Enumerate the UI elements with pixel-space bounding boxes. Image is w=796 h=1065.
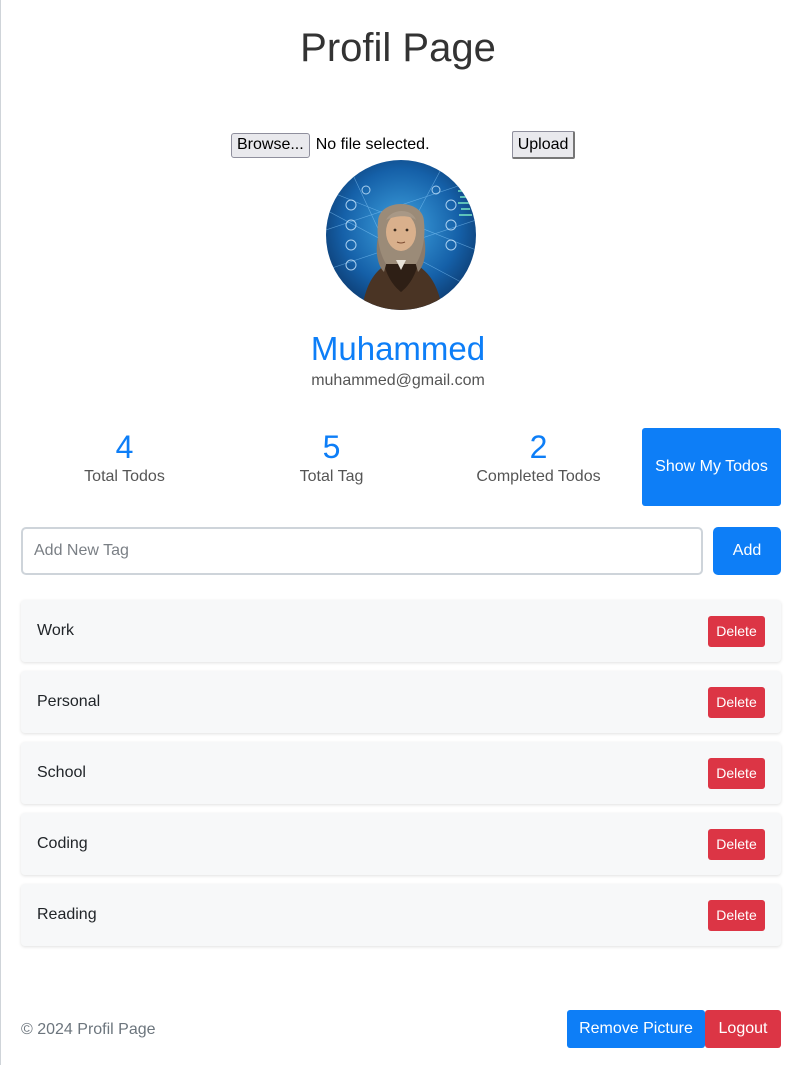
delete-tag-button[interactable]: Delete (708, 686, 765, 718)
stat-value: 2 (529, 429, 548, 465)
footer-copyright: © 2024 Profil Page (21, 1021, 156, 1038)
stat-total-todos: 4 Total Todos (21, 428, 228, 486)
stat-completed-todos: 2 Completed Todos (435, 428, 642, 486)
delete-tag-button[interactable]: Delete (708, 757, 765, 789)
stat-total-tag: 5 Total Tag (228, 428, 435, 486)
file-status-text: No file selected. (315, 136, 430, 153)
tag-item-work: Work Delete (21, 600, 781, 662)
tag-name: Work (37, 622, 75, 639)
tag-item-school: School Delete (21, 742, 781, 804)
tag-item-reading: Reading Delete (21, 884, 781, 946)
tag-item-coding: Coding Delete (21, 813, 781, 875)
show-my-todos-button[interactable]: Show My Todos (642, 428, 781, 506)
avatar (326, 160, 476, 310)
tag-item-personal: Personal Delete (21, 671, 781, 733)
stat-value: 5 (322, 429, 341, 465)
remove-picture-button[interactable]: Remove Picture (567, 1010, 705, 1048)
tag-name: Coding (37, 835, 88, 852)
user-email: muhammed@gmail.com (311, 372, 485, 389)
page-title: Profil Page (300, 26, 496, 70)
browse-button[interactable]: Browse... (231, 132, 310, 158)
add-tag-button[interactable]: Add (713, 527, 781, 575)
left-border (0, 0, 1, 1065)
logout-button[interactable]: Logout (705, 1010, 781, 1048)
stat-label: Total Tag (299, 468, 364, 485)
add-tag-input[interactable] (21, 527, 703, 575)
profile-photo-icon (326, 160, 476, 310)
delete-tag-button[interactable]: Delete (708, 899, 765, 931)
stat-value: 4 (115, 429, 134, 465)
stat-label: Total Todos (84, 468, 165, 485)
file-upload-row: Browse... No file selected. Upload (231, 131, 576, 159)
delete-tag-button[interactable]: Delete (708, 615, 765, 647)
delete-tag-button[interactable]: Delete (708, 828, 765, 860)
tag-name: Personal (37, 693, 101, 710)
upload-button[interactable]: Upload (511, 131, 576, 159)
user-name: Muhammed (310, 330, 486, 367)
tag-list: Work Delete Personal Delete School Delet… (21, 600, 781, 955)
tag-name: School (37, 764, 86, 781)
stat-label: Completed Todos (476, 468, 601, 485)
tag-name: Reading (37, 906, 97, 923)
